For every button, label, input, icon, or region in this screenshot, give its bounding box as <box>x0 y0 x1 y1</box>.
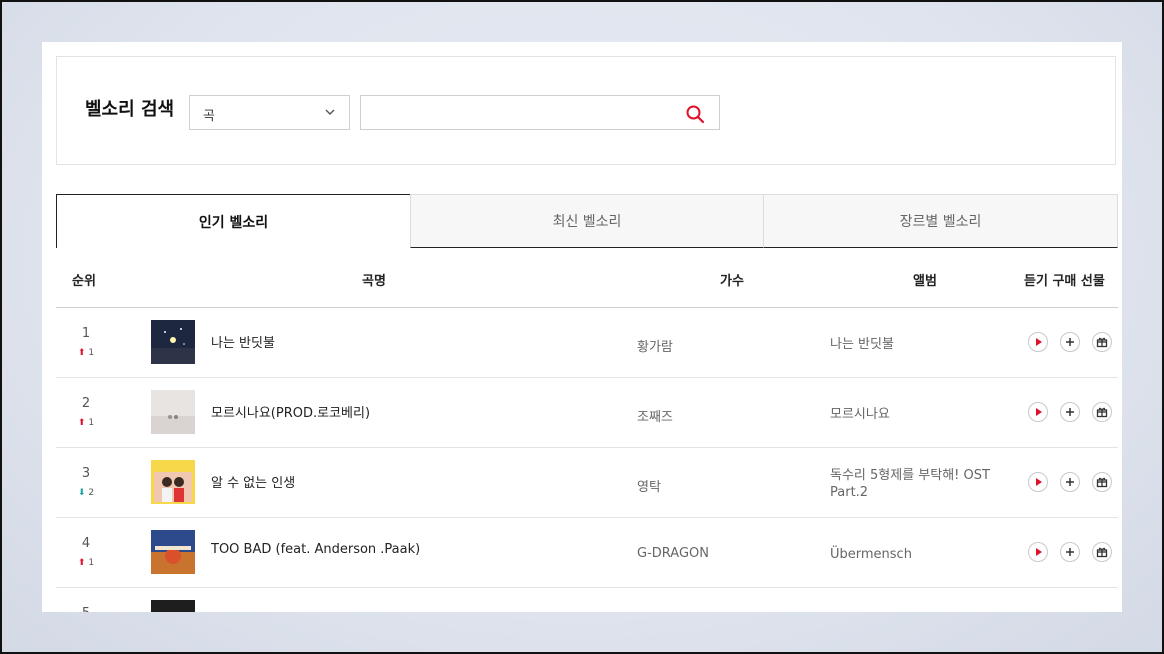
search-title: 벨소리 검색 <box>85 99 175 120</box>
artist-name[interactable]: G-DRAGON <box>637 546 709 561</box>
tab-popular[interactable]: 인기 벨소리 <box>56 194 411 248</box>
rank-change-value: 1 <box>88 348 95 358</box>
search-box: 벨소리 검색 곡 <box>56 56 1116 165</box>
gift-icon <box>1096 547 1108 558</box>
table-row: 1 ⬆ 1 나는 반딧불 황가람 나는 반딧불 <box>56 308 1118 378</box>
listen-button[interactable] <box>1028 472 1048 492</box>
rank-number: 4 <box>81 536 91 551</box>
chevron-down-icon <box>325 109 335 115</box>
plus-icon <box>1066 478 1074 486</box>
song-title[interactable]: 알 수 없는 인생 <box>211 472 295 491</box>
header-actions: 듣기 구매 선물 <box>1024 274 1105 289</box>
search-type-select[interactable]: 곡 <box>189 95 350 130</box>
gift-icon <box>1096 477 1108 488</box>
album-cover[interactable] <box>151 390 195 434</box>
album-name[interactable]: Übermensch <box>830 546 1020 563</box>
tab-latest[interactable]: 최신 벨소리 <box>410 194 764 248</box>
gift-button[interactable] <box>1092 332 1112 352</box>
rank-change-value: 2 <box>88 488 95 498</box>
tab-genre-label: 장르별 벨소리 <box>899 214 982 230</box>
rank-number: 2 <box>81 396 91 411</box>
arrow-down-icon: ⬇ <box>77 488 86 498</box>
rank-change-value: 1 <box>88 558 95 568</box>
play-icon <box>1036 548 1042 556</box>
album-cover[interactable] <box>151 530 195 574</box>
rank-number: 5 <box>72 606 100 612</box>
header-album: 앨범 <box>913 274 937 289</box>
buy-button[interactable] <box>1060 472 1080 492</box>
rank-number: 1 <box>81 326 91 341</box>
ringtone-panel: 벨소리 검색 곡 인기 벨소리 최신 벨소리 장르별 벨소리 순위 곡명 가수 … <box>42 42 1122 612</box>
listen-button[interactable] <box>1028 402 1048 422</box>
plus-icon <box>1066 408 1074 416</box>
table-row: 3 ⬇ 2 알 수 없는 인생 영탁 독수리 5형제를 부탁해! OST Par… <box>56 448 1118 518</box>
rank-change: ⬇ 2 <box>72 488 100 498</box>
search-type-value: 곡 <box>203 109 215 124</box>
search-icon[interactable] <box>685 104 705 124</box>
arrow-up-icon: ⬆ <box>77 348 86 358</box>
table-row: 2 ⬆ 1 모르시나요(PROD.로코베리) 조째즈 모르시나요 <box>56 378 1118 448</box>
album-cover[interactable] <box>151 460 195 504</box>
buy-button[interactable] <box>1060 332 1080 352</box>
buy-button[interactable] <box>1060 402 1080 422</box>
header-song: 곡명 <box>362 274 386 289</box>
search-input-wrapper <box>360 95 720 130</box>
artist-name[interactable]: 황가람 <box>637 336 673 355</box>
artist-name[interactable]: 영탁 <box>637 476 661 495</box>
gift-icon <box>1096 337 1108 348</box>
table-row: 4 ⬆ 1 TOO BAD (feat. Anderson .Paak) G-D… <box>56 518 1118 588</box>
rank-number: 3 <box>81 466 91 481</box>
header-rank: 순위 <box>72 274 96 289</box>
tab-latest-label: 최신 벨소리 <box>552 214 622 230</box>
song-title[interactable]: 모르시나요(PROD.로코베리) <box>211 402 370 421</box>
gift-button[interactable] <box>1092 402 1112 422</box>
search-input[interactable] <box>369 102 673 126</box>
listen-button[interactable] <box>1028 332 1048 352</box>
arrow-up-icon: ⬆ <box>77 558 86 568</box>
song-title[interactable]: 나는 반딧불 <box>211 332 275 351</box>
table-header: 순위 곡명 가수 앨범 듣기 구매 선물 <box>56 248 1118 308</box>
play-icon <box>1036 478 1042 486</box>
tab-genre[interactable]: 장르별 벨소리 <box>763 194 1118 248</box>
song-title[interactable]: TOO BAD (feat. Anderson .Paak) <box>211 542 420 557</box>
album-name[interactable]: 모르시나요 <box>830 406 1020 423</box>
artist-name[interactable]: 조째즈 <box>637 406 673 425</box>
arrow-up-icon: ⬆ <box>77 418 86 428</box>
play-icon <box>1036 338 1042 346</box>
table-row: 5 <box>56 588 1118 612</box>
plus-icon <box>1066 338 1074 346</box>
tab-popular-label: 인기 벨소리 <box>198 214 269 231</box>
gift-button[interactable] <box>1092 472 1112 492</box>
plus-icon <box>1066 548 1074 556</box>
header-artist: 가수 <box>720 274 744 289</box>
play-icon <box>1036 408 1042 416</box>
album-name[interactable]: 독수리 5형제를 부탁해! OST Part.2 <box>830 467 1020 501</box>
buy-button[interactable] <box>1060 542 1080 562</box>
rank-change-value: 1 <box>88 418 95 428</box>
rank-change: ⬆ 1 <box>72 418 100 428</box>
album-cover[interactable] <box>151 600 195 612</box>
listen-button[interactable] <box>1028 542 1048 562</box>
gift-icon <box>1096 407 1108 418</box>
rank-change: ⬆ 1 <box>72 348 100 358</box>
gift-button[interactable] <box>1092 542 1112 562</box>
rank-change: ⬆ 1 <box>72 558 100 568</box>
album-name[interactable]: 나는 반딧불 <box>830 336 1020 353</box>
album-cover[interactable] <box>151 320 195 364</box>
tab-bar: 인기 벨소리 최신 벨소리 장르별 벨소리 <box>56 194 1118 248</box>
